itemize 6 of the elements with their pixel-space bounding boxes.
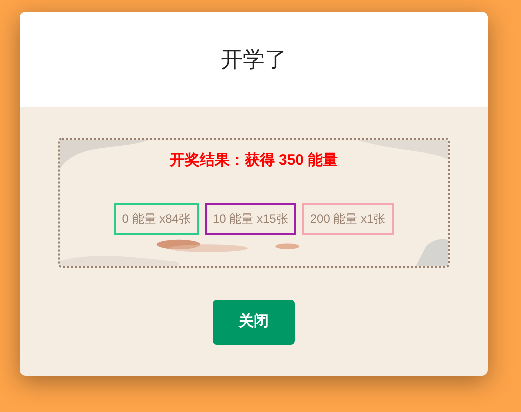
- prize-tag: 0 能量 x84张: [114, 202, 199, 234]
- dialog-title: 开学了: [221, 46, 287, 74]
- prize-tag: 200 能量 x1张: [302, 202, 394, 234]
- close-button[interactable]: 关闭: [213, 300, 295, 345]
- result-text: 开奖结果：获得 350 能量: [170, 151, 338, 171]
- prize-tag: 10 能量 x15张: [204, 202, 296, 234]
